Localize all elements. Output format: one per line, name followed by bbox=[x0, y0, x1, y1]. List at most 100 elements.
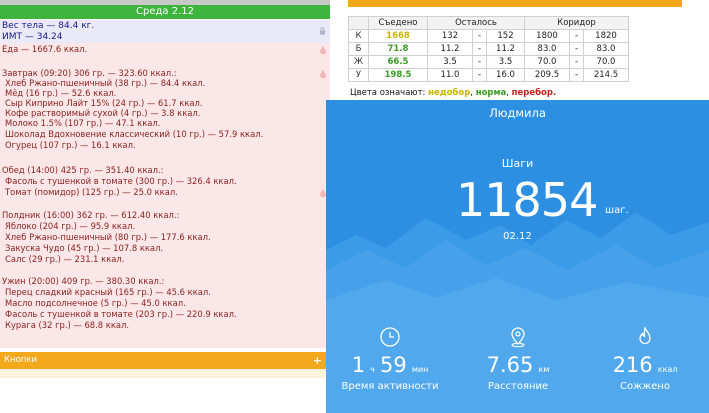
eaten-value: 71.8 bbox=[368, 42, 428, 56]
legend-over: перебор. bbox=[511, 88, 557, 98]
body-summary: Вес тела — 84.4 кг. ИМТ — 34.24 bbox=[0, 20, 330, 43]
color-legend: Цвета означают: недобор, норма, перебор. bbox=[350, 88, 557, 98]
diary-body: Еда — 1667.6 ккал. Завтрак (09:20) 306 г… bbox=[0, 43, 330, 348]
corridor-max: 1820 bbox=[583, 29, 629, 43]
nutrient-key: У bbox=[348, 68, 369, 82]
legend-prefix: Цвета означают: bbox=[350, 88, 426, 98]
corridor-min: 70.0 bbox=[524, 55, 570, 69]
nutrient-key: Ж bbox=[348, 55, 369, 69]
steps-count: 11854 bbox=[456, 173, 598, 227]
food-item: Закуска Чудо (45 гр.) — 107.8 ккал. bbox=[5, 243, 164, 253]
header-eaten: Съедено bbox=[368, 16, 428, 30]
food-total: Еда — 1667.6 ккал. bbox=[2, 44, 88, 54]
drop-icon[interactable] bbox=[320, 46, 326, 54]
left-min: 11.0 bbox=[427, 68, 473, 82]
dash: - bbox=[472, 55, 487, 69]
calories-label: Сожжено bbox=[620, 381, 670, 392]
meal-header-breakfast: Завтрак (09:20) 306 гр. — 323.60 ккал.: bbox=[2, 68, 177, 78]
calories-value: 216 ккал bbox=[581, 353, 709, 377]
location-icon bbox=[511, 327, 525, 348]
corridor-panel: Съедено Осталось Коридор К 1668 132 - 15… bbox=[348, 0, 709, 102]
food-item: Хлеб Ржано-пшеничный (38 гр.) — 84.4 кка… bbox=[5, 78, 206, 88]
buttons-panel-label: Кнопки bbox=[4, 355, 38, 365]
corridor-min: 83.0 bbox=[524, 42, 570, 56]
food-item: Фасоль с тушенкой в томате (203 гр.) — 2… bbox=[5, 309, 237, 319]
food-item: Томат (помидор) (125 гр.) — 25.0 ккал. bbox=[5, 187, 178, 197]
left-max: 3.5 bbox=[486, 55, 525, 69]
flame-icon bbox=[639, 326, 651, 345]
food-item: Перец сладкий красный (165 гр.) — 45.6 к… bbox=[5, 287, 211, 297]
header-corridor: Коридор bbox=[524, 16, 629, 30]
meal-header-lunch: Обед (14:00) 425 гр. — 351.40 ккал.: bbox=[2, 165, 164, 175]
left-max: 16.0 bbox=[486, 68, 525, 82]
distance-number: 7.65 bbox=[486, 353, 534, 377]
minutes-unit: мин bbox=[411, 365, 429, 374]
panel-footer bbox=[0, 369, 326, 378]
active-time-label: Время активности bbox=[341, 381, 439, 392]
meal-header-snack: Полдник (16:00) 362 гр. — 612.40 ккал.: bbox=[2, 210, 180, 220]
steps-label: Шаги bbox=[501, 157, 534, 170]
steps-unit: шаг. bbox=[605, 205, 629, 216]
left-max: 152 bbox=[486, 29, 525, 43]
bmi-line: ИМТ — 34.24 bbox=[2, 32, 63, 42]
food-item: Мёд (16 гр.) — 52.6 ккал. bbox=[5, 88, 117, 98]
active-hours: 1 bbox=[351, 353, 366, 377]
distance-unit: км bbox=[538, 365, 550, 374]
food-item: Кофе растворимый сухой (4 гр.) — 3.8 кка… bbox=[5, 108, 201, 118]
header-empty bbox=[348, 16, 369, 30]
distance-label: Расстояние bbox=[487, 381, 549, 392]
food-item: Фасоль с тушенкой в томате (300 гр.) — 3… bbox=[5, 176, 237, 186]
dash: - bbox=[472, 29, 487, 43]
food-diary-panel: Среда 2.12 Вес тела — 84.4 кг. ИМТ — 34.… bbox=[0, 0, 333, 413]
legend-ok: норма bbox=[475, 88, 507, 98]
calories-unit: ккал bbox=[657, 365, 678, 374]
steps-date[interactable]: 02.12 bbox=[326, 231, 709, 242]
corridor-panel-header[interactable] bbox=[348, 0, 682, 7]
dash: - bbox=[569, 55, 584, 69]
expand-plus-icon[interactable]: + bbox=[313, 352, 322, 369]
food-item: Огурец (107 гр.) — 16.1 ккал. bbox=[5, 140, 136, 150]
table-row: К 1668 132 - 152 1800 - 1820 bbox=[348, 29, 629, 43]
food-item: Шоколад Вдохновение классический (10 гр.… bbox=[5, 129, 264, 139]
dash: - bbox=[472, 42, 487, 56]
corridor-table: Съедено Осталось Коридор К 1668 132 - 15… bbox=[348, 16, 629, 82]
eaten-value: 198.5 bbox=[368, 68, 428, 82]
nutrient-key: Б bbox=[348, 42, 369, 56]
food-item: Масло подсолнечное (5 гр.) — 45.0 ккал. bbox=[5, 298, 186, 308]
stat-distance: 7.65 км Расстояние bbox=[454, 325, 582, 405]
table-row: У 198.5 11.0 - 16.0 209.5 - 214.5 bbox=[348, 68, 629, 82]
hours-unit: ч bbox=[370, 365, 375, 374]
table-row: Б 71.8 11.2 - 11.2 83.0 - 83.0 bbox=[348, 42, 629, 56]
drop-icon[interactable] bbox=[320, 70, 326, 78]
food-item: Курага (32 гр.) — 68.8 ккал. bbox=[5, 320, 130, 330]
table-header-row: Съедено Осталось Коридор bbox=[348, 16, 629, 30]
header-left: Осталось bbox=[427, 16, 525, 30]
active-minutes: 59 bbox=[380, 353, 407, 377]
left-max: 11.2 bbox=[486, 42, 525, 56]
legend-low: недобор bbox=[428, 88, 471, 98]
left-min: 3.5 bbox=[427, 55, 473, 69]
table-row: Ж 66.5 3.5 - 3.5 70.0 - 70.0 bbox=[348, 55, 629, 69]
corridor-min: 209.5 bbox=[524, 68, 570, 82]
day-header[interactable]: Среда 2.12 bbox=[0, 5, 330, 19]
meal-header-dinner: Ужин (20:00) 409 гр. — 380.30 ккал.: bbox=[2, 276, 165, 286]
stat-active-time: 1 ч 59 мин Время активности bbox=[326, 325, 454, 405]
dash: - bbox=[569, 42, 584, 56]
food-item: Молоко 1.5% (107 гр.) — 47.1 ккал. bbox=[5, 118, 161, 128]
dash: - bbox=[569, 68, 584, 82]
buttons-panel-header[interactable]: Кнопки + bbox=[0, 352, 326, 369]
corridor-max: 214.5 bbox=[583, 68, 629, 82]
food-item: Сыр Киприно Лайт 15% (24 гр.) — 61.7 кка… bbox=[5, 98, 203, 108]
corridor-min: 1800 bbox=[524, 29, 570, 43]
stat-calories: 216 ккал Сожжено bbox=[581, 325, 709, 405]
left-min: 11.2 bbox=[427, 42, 473, 56]
dash: - bbox=[472, 68, 487, 82]
active-time-value: 1 ч 59 мин bbox=[326, 353, 454, 377]
food-item: Хлеб Ржано-пшеничный (80 гр.) — 177.6 кк… bbox=[5, 232, 211, 242]
calories-number: 216 bbox=[612, 353, 653, 377]
user-name: Людмила bbox=[489, 106, 546, 120]
lock-icon[interactable] bbox=[319, 27, 326, 35]
weight-line: Вес тела — 84.4 кг. bbox=[2, 21, 95, 31]
steps-card: Людмила Шаги 11854 шаг. 02.12 1 ч 59 мин… bbox=[326, 100, 709, 413]
corridor-max: 70.0 bbox=[583, 55, 629, 69]
